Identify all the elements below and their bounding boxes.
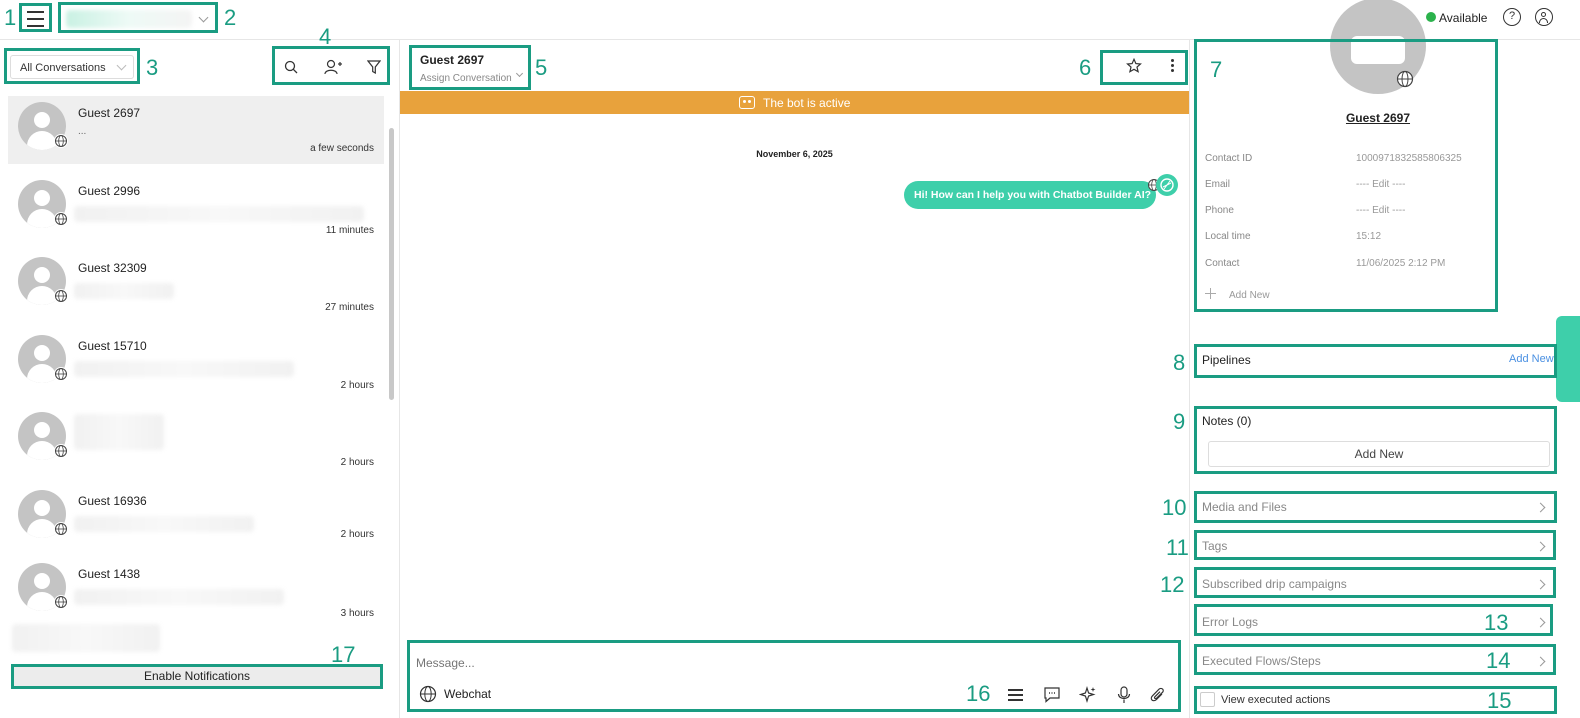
- annotation-number: 1: [4, 5, 17, 30]
- conversation-item[interactable]: 2 hours: [8, 406, 384, 478]
- annotation-number: 2: [224, 5, 237, 30]
- conversation-item[interactable]: Guest 16936 2 hours: [8, 484, 384, 550]
- annotation-box-4: [272, 46, 390, 85]
- annotation-number: 17: [331, 642, 356, 667]
- chat-panel: Guest 2697 Assign Conversation The bot i…: [400, 40, 1190, 718]
- help-icon[interactable]: ?: [1503, 8, 1521, 26]
- conversation-preview: ...: [78, 126, 87, 137]
- annotation-number: 3: [146, 55, 159, 80]
- annotation-box-17: [11, 664, 383, 689]
- side-drawer-tab[interactable]: [1556, 316, 1580, 402]
- annotation-number: 14: [1486, 648, 1511, 673]
- conversation-name: Guest 16936: [78, 494, 147, 508]
- annotation-number: 9: [1173, 409, 1186, 434]
- conversation-name: Guest 1438: [78, 567, 141, 581]
- conversation-name: Guest 15710: [78, 339, 147, 353]
- annotation-box-9: [1194, 406, 1557, 474]
- conversation-panel: All Conversations Guest 2697 ... a few s…: [0, 40, 400, 718]
- bot-banner-text: The bot is active: [763, 96, 851, 110]
- annotation-box-5: [409, 45, 531, 90]
- conversation-time: 3 hours: [340, 608, 374, 619]
- conversation-time: 27 minutes: [325, 302, 374, 313]
- conversation-time: 2 hours: [340, 529, 374, 540]
- conversation-time: 11 minutes: [325, 225, 374, 236]
- annotation-box-10: [1194, 491, 1557, 523]
- globe-icon: [54, 212, 68, 226]
- annotation-number: 5: [535, 55, 548, 80]
- bot-active-banner: The bot is active: [400, 91, 1189, 114]
- annotation-number: 10: [1162, 495, 1187, 520]
- annotation-number: 8: [1173, 350, 1186, 375]
- conversation-item[interactable]: Guest 2996 11 minutes: [8, 174, 384, 246]
- conversation-time: 2 hours: [340, 457, 374, 468]
- conversation-item[interactable]: Guest 32309 27 minutes: [8, 251, 384, 323]
- annotation-box-7: [1194, 39, 1498, 312]
- conversation-item[interactable]: Guest 1438 3 hours: [8, 557, 384, 629]
- profile-icon[interactable]: [1535, 8, 1553, 26]
- annotation-number: 12: [1160, 572, 1185, 597]
- annotation-box-1: [19, 3, 52, 32]
- status-label[interactable]: Available: [1439, 11, 1487, 25]
- conversation-item[interactable]: Guest 15710 2 hours: [8, 329, 384, 401]
- globe-icon: [54, 134, 68, 148]
- annotation-box-16: [407, 640, 1181, 712]
- bot-message-text: Hi! How can I help you with Chatbot Buil…: [914, 189, 1152, 201]
- robot-icon: [739, 96, 755, 109]
- annotation-number: 15: [1487, 688, 1512, 713]
- bot-avatar-icon: [1156, 174, 1178, 196]
- globe-icon: [54, 595, 68, 609]
- annotation-box-11: [1194, 530, 1556, 560]
- annotation-box-8: [1194, 344, 1557, 378]
- conversation-name: Guest 2996: [78, 184, 141, 198]
- status-dot: [1426, 12, 1436, 22]
- globe-icon: [54, 444, 68, 458]
- globe-icon: [54, 367, 68, 381]
- bot-message-bubble: Hi! How can I help you with Chatbot Buil…: [904, 181, 1156, 209]
- conversation-name: Guest 32309: [78, 261, 147, 275]
- conversation-item[interactable]: Guest 2697 ... a few seconds: [8, 96, 384, 164]
- annotation-box-6: [1100, 50, 1188, 85]
- annotation-number: 13: [1484, 610, 1509, 635]
- date-separator: November 6, 2025: [756, 149, 833, 159]
- conversation-time: 2 hours: [340, 380, 374, 391]
- annotation-number: 4: [319, 24, 332, 49]
- globe-icon: [54, 289, 68, 303]
- globe-icon: [54, 522, 68, 536]
- conversation-time: a few seconds: [310, 143, 374, 154]
- scrollbar-thumb[interactable]: [389, 128, 394, 400]
- annotation-number: 16: [966, 681, 991, 706]
- annotation-box-12: [1194, 567, 1556, 598]
- annotation-number: 11: [1166, 535, 1189, 560]
- annotation-number: 6: [1079, 55, 1092, 80]
- annotation-box-2: [58, 2, 218, 33]
- annotation-number: 7: [1210, 57, 1223, 82]
- annotation-box-3: [4, 48, 140, 84]
- conversation-name: Guest 2697: [78, 106, 141, 120]
